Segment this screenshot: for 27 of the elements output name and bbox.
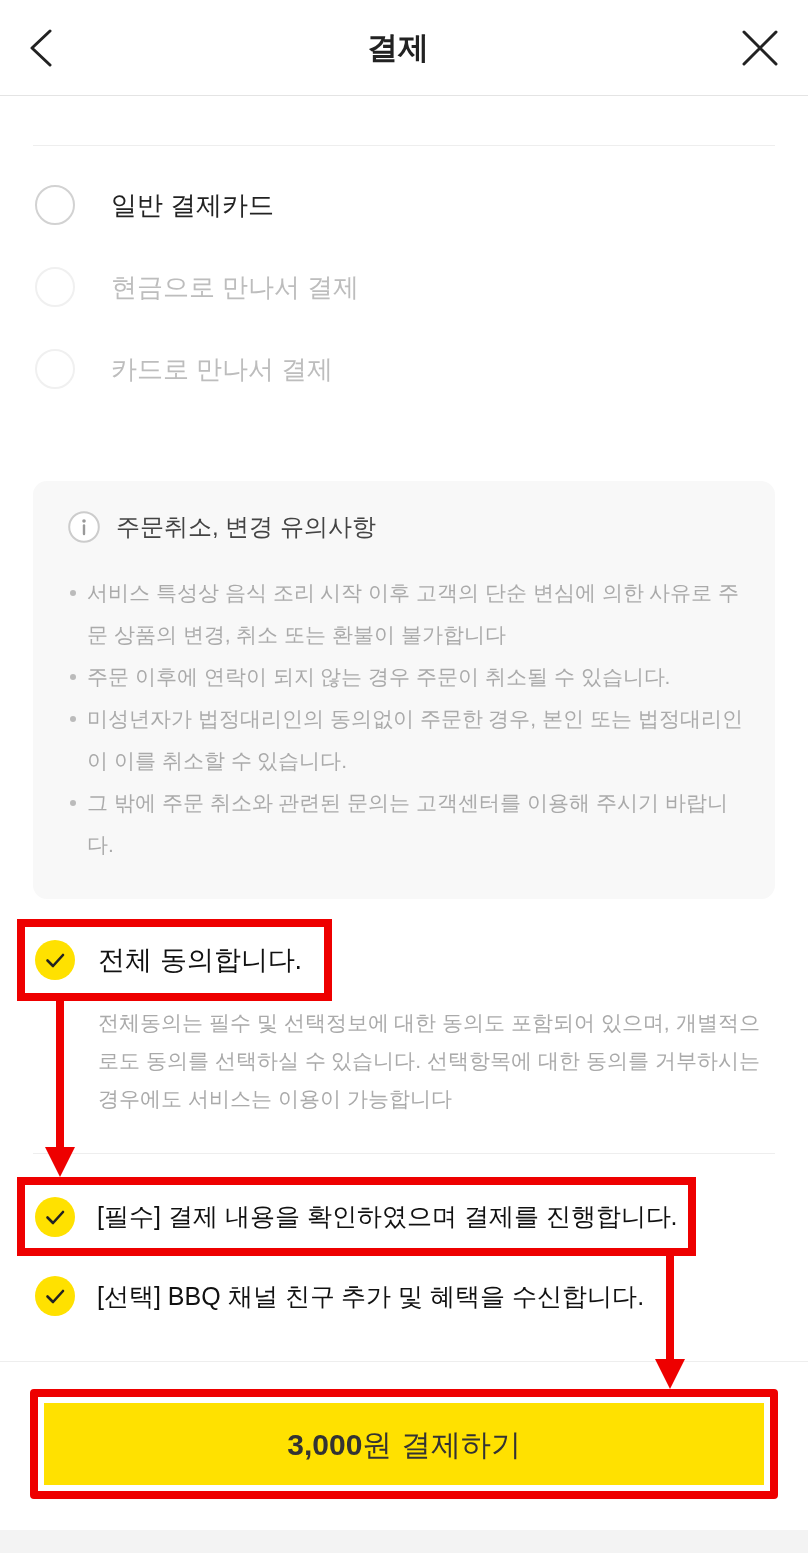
bullet-icon xyxy=(70,590,76,596)
close-button[interactable] xyxy=(742,29,778,66)
notice-text: 미성년자가 법정대리인의 동의없이 주문한 경우, 본인 또는 법정대리인이 이를 취소할 수 있습니다. xyxy=(87,706,744,774)
checkbox[interactable] xyxy=(35,1276,75,1316)
chevron-left-icon xyxy=(28,28,54,67)
notice-text: 그 밖에 주문 취소와 관련된 문의는 고객센터를 이용해 주시기 바랍니다. xyxy=(87,790,729,858)
agree-all-label: 전체 동의합니다. xyxy=(98,946,302,974)
notice-text: 주문 이후에 연락이 되지 않는 경우 주문이 취소될 수 있습니다. xyxy=(87,664,671,690)
agreement-label: [선택] BBQ 채널 친구 추가 및 혜택을 수신합니다. xyxy=(97,1283,645,1309)
bullet-icon xyxy=(70,800,76,806)
page-title: 결제 xyxy=(367,32,429,63)
pay-button[interactable]: 3,000원 결제하기 xyxy=(44,1403,764,1485)
notice-text: 서비스 특성상 음식 조리 시작 이후 고객의 단순 변심에 의한 사유로 주문 상품의 변경, 취소 또는 환불이 불가합니다 xyxy=(87,580,741,648)
checkbox[interactable] xyxy=(35,940,75,980)
notice-title: 주문취소, 변경 유의사항 xyxy=(116,512,376,542)
agree-all-description: 전체동의는 필수 및 선택정보에 대한 동의도 포함되어 있으며, 개별적으로도 동의를 선택하실 수 있습니다. 선택항목에 대한 동의를 거부하시는 경우에도 서비스는 이용이 가능합니다 xyxy=(98,1010,761,1112)
info-icon xyxy=(68,511,100,543)
payment-option-label: 일반 결제카드 xyxy=(111,192,275,218)
radio-button[interactable] xyxy=(35,185,75,225)
bullet-icon xyxy=(70,716,76,722)
payment-option-label: 현금으로 만나서 결제 xyxy=(111,274,360,300)
agreement-label: [필수] 결제 내용을 확인하였으며 결제를 진행합니다. xyxy=(97,1204,678,1229)
bullet-icon xyxy=(70,674,76,680)
close-icon xyxy=(742,29,778,66)
payment-option-label: 카드로 만나서 결제 xyxy=(111,356,334,382)
checkbox[interactable] xyxy=(35,1196,75,1237)
back-button[interactable] xyxy=(28,28,54,67)
